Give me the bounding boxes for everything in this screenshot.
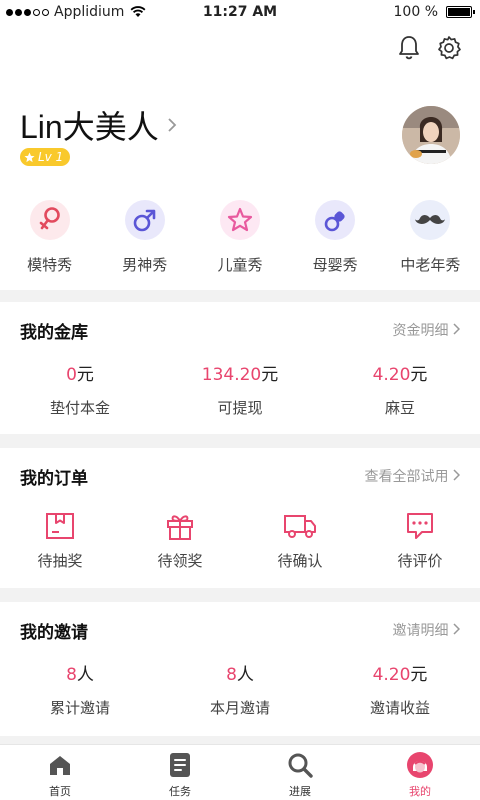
category-label: 男神秀 [122, 256, 168, 274]
category-label: 模特秀 [27, 256, 73, 274]
orders-view-all-link[interactable]: 查看全部试用 [364, 466, 461, 486]
invites-title: 我的邀请 [20, 623, 88, 643]
tab-mine[interactable]: 我的 [360, 745, 480, 800]
avatar[interactable] [402, 106, 460, 164]
category-label: 母婴秀 [312, 256, 358, 274]
order-pending-confirm[interactable]: 待确认 [240, 510, 360, 571]
chevron-right-icon [453, 469, 461, 481]
profile-screen: Applidium 11:27 AM 100 % Lin大美人 Lv 1 模特秀… [0, 0, 480, 800]
chevron-right-icon [453, 623, 461, 635]
stat-value: 4.20 [372, 365, 411, 385]
category-label: 儿童秀 [217, 256, 263, 274]
orders-link-text: 查看全部试用 [364, 469, 449, 485]
gift-icon [163, 510, 197, 542]
category-row: 模特秀 男神秀 儿童秀 母婴秀 中老年秀 [0, 200, 480, 275]
tab-home[interactable]: 首页 [0, 745, 120, 800]
order-label: 待抽奖 [37, 552, 83, 570]
truck-icon [283, 510, 317, 542]
stat-unit: 元 [76, 365, 94, 385]
tab-label: 任务 [169, 785, 191, 798]
box-icon [43, 510, 77, 542]
comment-icon [403, 510, 437, 542]
tab-label: 我的 [409, 785, 431, 798]
invite-stat-month[interactable]: 8人 本月邀请 [160, 660, 320, 718]
stat-unit: 人 [76, 665, 94, 685]
home-icon [46, 751, 74, 779]
chevron-right-icon [453, 323, 461, 335]
stat-value: 8 [66, 665, 77, 685]
profile-header: Lin大美人 Lv 1 模特秀 男神秀 儿童秀 母婴秀 中老年秀 [0, 26, 480, 290]
stat-label: 累计邀请 [49, 699, 110, 717]
username: Lin大美人 [20, 109, 159, 145]
stat-label: 可提现 [217, 399, 263, 417]
stat-label: 垫付本金 [49, 399, 110, 417]
stat-label: 麻豆 [384, 399, 415, 417]
tab-label: 首页 [49, 785, 71, 798]
stat-value: 134.20 [201, 365, 262, 385]
tab-bar: 首页 任务 进展 我的 [0, 744, 480, 800]
status-bar: Applidium 11:27 AM 100 % [0, 0, 480, 26]
male-icon [124, 200, 165, 240]
username-row[interactable]: Lin大美人 [20, 102, 177, 148]
battery-icon [446, 6, 475, 18]
category-model[interactable]: 模特秀 [4, 200, 96, 275]
search-icon [286, 751, 314, 779]
tab-tasks[interactable]: 任务 [120, 745, 240, 800]
stat-unit: 元 [261, 365, 279, 385]
stat-unit: 元 [410, 365, 428, 385]
star-icon [24, 151, 35, 162]
mustache-icon [410, 200, 451, 240]
star-icon [219, 200, 260, 240]
vault-section: 我的金库 资金明细 0元 垫付本金 134.20元 可提现 4.20元 麻豆 [0, 302, 480, 434]
invites-section: 我的邀请 邀请明细 8人 累计邀请 8人 本月邀请 4.20元 邀请收益 [0, 602, 480, 736]
battery-percent: 100 % [393, 4, 438, 20]
order-label: 待确认 [277, 552, 323, 570]
stat-value: 4.20 [372, 665, 411, 685]
order-pending-review[interactable]: 待评价 [360, 510, 480, 571]
vault-stat-madou[interactable]: 4.20元 麻豆 [320, 360, 480, 418]
order-label: 待领奖 [157, 552, 203, 570]
category-label: 中老年秀 [400, 256, 461, 274]
invites-link-text: 邀请明细 [392, 623, 449, 639]
tab-progress[interactable]: 进展 [240, 745, 360, 800]
invite-stat-earnings[interactable]: 4.20元 邀请收益 [320, 660, 480, 718]
order-pending-claim[interactable]: 待领奖 [120, 510, 240, 571]
category-kids[interactable]: 儿童秀 [194, 200, 286, 275]
stat-unit: 人 [236, 665, 254, 685]
chevron-right-icon [168, 118, 176, 132]
level-badge: Lv 1 [20, 148, 71, 166]
female-icon [29, 200, 70, 240]
task-icon [166, 751, 194, 779]
order-pending-draw[interactable]: 待抽奖 [0, 510, 120, 571]
stat-unit: 元 [410, 665, 428, 685]
vault-stat-principal[interactable]: 0元 垫付本金 [0, 360, 160, 418]
category-male[interactable]: 男神秀 [99, 200, 191, 275]
stat-label: 邀请收益 [369, 699, 430, 717]
invite-stat-total[interactable]: 8人 累计邀请 [0, 660, 160, 718]
category-baby[interactable]: 母婴秀 [289, 200, 381, 275]
profile-icon [406, 751, 434, 779]
orders-section: 我的订单 查看全部试用 待抽奖 待领奖 待确认 待评价 [0, 448, 480, 588]
stat-label: 本月邀请 [209, 699, 270, 717]
orders-title: 我的订单 [20, 469, 88, 489]
settings-icon[interactable] [436, 34, 462, 62]
order-label: 待评价 [397, 552, 443, 570]
tab-label: 进展 [289, 785, 311, 798]
stat-value: 8 [226, 665, 237, 685]
category-senior[interactable]: 中老年秀 [384, 200, 476, 275]
vault-title: 我的金库 [20, 323, 88, 343]
pacifier-icon [315, 200, 356, 240]
stat-value: 0 [66, 365, 77, 385]
vault-link-text: 资金明细 [392, 323, 449, 339]
vault-stat-withdrawable[interactable]: 134.20元 可提现 [160, 360, 320, 418]
invites-details-link[interactable]: 邀请明细 [392, 620, 461, 640]
bell-icon[interactable] [396, 34, 422, 62]
vault-details-link[interactable]: 资金明细 [392, 320, 461, 340]
level-text: Lv 1 [38, 150, 64, 164]
